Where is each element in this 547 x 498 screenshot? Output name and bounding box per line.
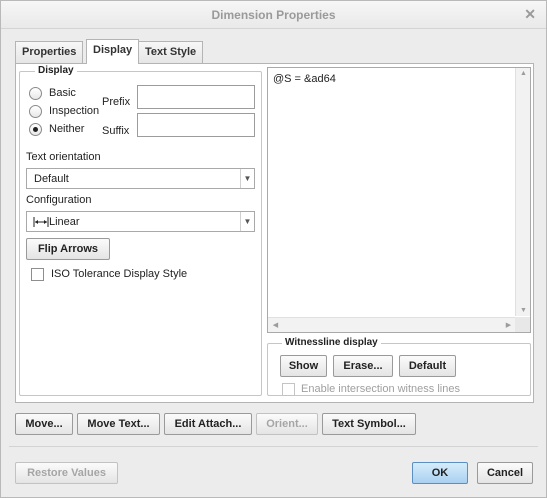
display-options-group: Display Basic Inspection Neither Prefix … bbox=[19, 65, 262, 396]
show-button[interactable]: Show bbox=[280, 355, 327, 377]
tab-display[interactable]: Display bbox=[86, 39, 140, 64]
scroll-down-icon[interactable]: ▼ bbox=[516, 307, 531, 314]
radio-basic[interactable] bbox=[29, 87, 42, 100]
cancel-button[interactable]: Cancel bbox=[477, 462, 533, 484]
text-orientation-select[interactable]: Default ▼ bbox=[26, 168, 255, 189]
text-orientation-value: Default bbox=[34, 173, 69, 185]
scroll-left-icon[interactable]: ◀ bbox=[268, 321, 283, 329]
radio-inspection-label: Inspection bbox=[49, 105, 100, 117]
restore-values-button[interactable]: Restore Values bbox=[15, 462, 118, 484]
suffix-label: Suffix bbox=[102, 125, 130, 137]
ok-button[interactable]: OK bbox=[412, 462, 468, 484]
footer-separator bbox=[9, 446, 538, 447]
scroll-up-icon[interactable]: ▲ bbox=[516, 70, 531, 77]
dimension-text-area[interactable]: @S = &ad64 ▲ ▼ ◀ ▶ bbox=[267, 67, 531, 333]
text-orientation-label: Text orientation bbox=[26, 151, 101, 163]
witnessline-display-group: Witnessline display Show Erase... Defaul… bbox=[267, 337, 531, 396]
scroll-right-icon[interactable]: ▶ bbox=[501, 321, 516, 329]
radio-inspection[interactable] bbox=[29, 105, 42, 118]
display-tab-panel: Display Basic Inspection Neither Prefix … bbox=[15, 63, 534, 403]
enable-intersection-label: Enable intersection witness lines bbox=[301, 383, 460, 395]
radio-neither-label: Neither bbox=[49, 123, 85, 135]
radio-neither[interactable] bbox=[29, 123, 42, 136]
linear-dimension-icon bbox=[33, 217, 49, 227]
title-bar: Dimension Properties ✕ bbox=[1, 1, 546, 29]
iso-tolerance-checkbox[interactable] bbox=[31, 268, 44, 281]
configuration-select[interactable]: Linear ▼ bbox=[26, 211, 255, 232]
tab-text-style[interactable]: Text Style bbox=[138, 41, 204, 63]
chevron-down-icon: ▼ bbox=[240, 212, 254, 231]
scrollbar-corner bbox=[515, 317, 530, 332]
configuration-value: Linear bbox=[49, 216, 80, 228]
display-group-label: Display bbox=[35, 65, 77, 76]
window-title: Dimension Properties bbox=[211, 8, 336, 22]
dimension-text-value: @S = &ad64 bbox=[273, 73, 336, 85]
chevron-down-icon: ▼ bbox=[240, 169, 254, 188]
move-button[interactable]: Move... bbox=[15, 413, 73, 435]
orient-button[interactable]: Orient... bbox=[256, 413, 318, 435]
prefix-input[interactable] bbox=[137, 85, 255, 109]
flip-arrows-button[interactable]: Flip Arrows bbox=[26, 238, 110, 260]
erase-button[interactable]: Erase... bbox=[333, 355, 393, 377]
text-symbol-button[interactable]: Text Symbol... bbox=[322, 413, 416, 435]
configuration-label: Configuration bbox=[26, 194, 92, 206]
horizontal-scrollbar[interactable]: ◀ ▶ bbox=[268, 317, 516, 332]
move-text-button[interactable]: Move Text... bbox=[77, 413, 160, 435]
witnessline-group-label: Witnessline display bbox=[282, 337, 381, 348]
enable-intersection-checkbox[interactable] bbox=[282, 383, 295, 396]
dimension-properties-dialog: Dimension Properties ✕ Properties Displa… bbox=[0, 0, 547, 498]
radio-basic-label: Basic bbox=[49, 87, 76, 99]
tab-properties[interactable]: Properties bbox=[15, 41, 84, 63]
suffix-input[interactable] bbox=[137, 113, 255, 137]
prefix-label: Prefix bbox=[102, 96, 131, 108]
default-button[interactable]: Default bbox=[399, 355, 456, 377]
close-icon[interactable]: ✕ bbox=[524, 6, 536, 23]
edit-attach-button[interactable]: Edit Attach... bbox=[164, 413, 252, 435]
iso-tolerance-label: ISO Tolerance Display Style bbox=[51, 268, 188, 280]
vertical-scrollbar[interactable]: ▲ ▼ bbox=[515, 68, 530, 316]
